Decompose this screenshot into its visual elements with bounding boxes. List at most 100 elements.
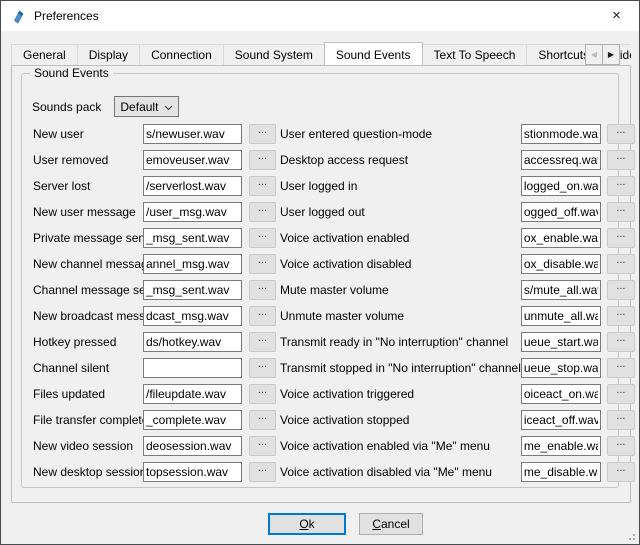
browse-button[interactable]: ...	[249, 202, 276, 222]
tab-text-to-speech[interactable]: Text To Speech	[422, 44, 528, 65]
browse-button[interactable]: ...	[249, 280, 276, 300]
sound-file-input[interactable]	[143, 150, 242, 170]
sound-event-label: Voice activation triggered	[280, 387, 521, 401]
sound-file-input[interactable]	[521, 332, 601, 352]
browse-button[interactable]: ...	[607, 228, 635, 248]
browse-button[interactable]: ...	[249, 462, 276, 482]
sound-event-label: Voice activation stopped	[280, 413, 521, 427]
browse-button[interactable]: ...	[249, 384, 276, 404]
browse-button[interactable]: ...	[607, 150, 635, 170]
sound-events-group: Sound Events Sounds pack Default New use…	[21, 73, 619, 488]
sound-file-input[interactable]	[143, 358, 242, 378]
sound-file-input[interactable]	[521, 176, 601, 196]
browse-button[interactable]: ...	[607, 332, 635, 352]
sound-event-label: User logged out	[280, 205, 521, 219]
browse-button[interactable]: ...	[249, 254, 276, 274]
titlebar[interactable]: Preferences ×	[1, 1, 639, 31]
tab-sound-events[interactable]: Sound Events	[324, 42, 423, 65]
sounds-pack-select[interactable]: Default	[114, 96, 179, 117]
sound-event-label: New desktop session	[33, 465, 143, 479]
sound-event-label: New user message	[33, 205, 143, 219]
browse-button[interactable]: ...	[249, 410, 276, 430]
browse-button[interactable]: ...	[607, 410, 635, 430]
browse-button[interactable]: ...	[607, 436, 635, 456]
sound-event-label: Hotkey pressed	[33, 335, 143, 349]
sound-file-input[interactable]	[521, 280, 601, 300]
sound-file-input[interactable]	[143, 306, 242, 326]
sound-event-label: New video session	[33, 439, 143, 453]
tab-scroll-left-icon[interactable]: ◀	[585, 44, 603, 65]
browse-button[interactable]: ...	[249, 306, 276, 326]
sound-file-input[interactable]	[143, 384, 242, 404]
browse-button[interactable]: ...	[249, 176, 276, 196]
cancel-button[interactable]: Cancel	[359, 513, 423, 535]
sound-event-row: Server lost ...	[33, 173, 276, 199]
sound-file-input[interactable]	[521, 410, 601, 430]
tab-scroll-right-icon[interactable]: ▶	[602, 44, 620, 65]
sound-event-row: Desktop access request ...	[280, 147, 635, 173]
browse-button[interactable]: ...	[607, 384, 635, 404]
sound-event-row: Channel silent ...	[33, 355, 276, 381]
sound-event-label: Channel message sent	[33, 283, 143, 297]
browse-button[interactable]: ...	[607, 358, 635, 378]
browse-button[interactable]: ...	[249, 150, 276, 170]
sound-file-input[interactable]	[143, 332, 242, 352]
sound-file-input[interactable]	[143, 462, 242, 482]
browse-button[interactable]: ...	[607, 462, 635, 482]
sound-file-input[interactable]	[521, 358, 601, 378]
sound-event-label: Voice activation enabled via "Me" menu	[280, 439, 521, 453]
ok-button[interactable]: Ok	[268, 513, 346, 535]
sound-event-label: New user	[33, 127, 143, 141]
sound-file-input[interactable]	[521, 436, 601, 456]
sound-file-input[interactable]	[143, 410, 242, 430]
sound-event-label: User removed	[33, 153, 143, 167]
sound-file-input[interactable]	[521, 306, 601, 326]
browse-button[interactable]: ...	[607, 176, 635, 196]
browse-button[interactable]: ...	[607, 280, 635, 300]
sound-file-input[interactable]	[521, 124, 601, 144]
sound-event-label: Desktop access request	[280, 153, 521, 167]
tab-connection[interactable]: Connection	[139, 44, 224, 65]
sound-event-label: Voice activation disabled	[280, 257, 521, 271]
resize-grip[interactable]	[626, 531, 635, 540]
sound-file-input[interactable]	[143, 202, 242, 222]
tab-display[interactable]: Display	[77, 44, 140, 65]
tab-bar: General Display Connection Sound System …	[11, 42, 631, 65]
sound-file-input[interactable]	[521, 462, 601, 482]
sound-event-row: New desktop session ...	[33, 459, 276, 485]
browse-button[interactable]: ...	[607, 124, 635, 144]
sound-file-input[interactable]	[521, 254, 601, 274]
sound-file-input[interactable]	[521, 384, 601, 404]
sound-file-input[interactable]	[521, 228, 601, 248]
sound-file-input[interactable]	[143, 280, 242, 300]
browse-button[interactable]: ...	[249, 228, 276, 248]
browse-button[interactable]: ...	[607, 306, 635, 326]
browse-button[interactable]: ...	[607, 202, 635, 222]
browse-button[interactable]: ...	[249, 332, 276, 352]
sound-event-label: Private message sent	[33, 231, 143, 245]
sound-event-row: User logged out ...	[280, 199, 635, 225]
sound-file-input[interactable]	[143, 436, 242, 456]
sound-file-input[interactable]	[143, 254, 242, 274]
sound-file-input[interactable]	[143, 228, 242, 248]
sound-file-input[interactable]	[143, 176, 242, 196]
browse-button[interactable]: ...	[607, 254, 635, 274]
close-icon[interactable]: ×	[594, 1, 639, 30]
sound-event-label: User logged in	[280, 179, 521, 193]
sound-file-input[interactable]	[143, 124, 242, 144]
tab-general[interactable]: General	[11, 44, 78, 65]
sound-event-label: Voice activation disabled via "Me" menu	[280, 465, 521, 479]
sound-event-row: User logged in ...	[280, 173, 635, 199]
sound-event-row: New video session ...	[33, 433, 276, 459]
tab-sound-system[interactable]: Sound System	[223, 44, 325, 65]
browse-button[interactable]: ...	[249, 436, 276, 456]
sound-event-row: Voice activation disabled ...	[280, 251, 635, 277]
sound-event-row: Hotkey pressed ...	[33, 329, 276, 355]
sound-file-input[interactable]	[521, 202, 601, 222]
browse-button[interactable]: ...	[249, 358, 276, 378]
sound-event-row: Voice activation enabled via "Me" menu .…	[280, 433, 635, 459]
browse-button[interactable]: ...	[249, 124, 276, 144]
group-title: Sound Events	[30, 66, 113, 80]
sound-file-input[interactable]	[521, 150, 601, 170]
tab-content-pane: Sound Events Sounds pack Default New use…	[11, 65, 631, 503]
